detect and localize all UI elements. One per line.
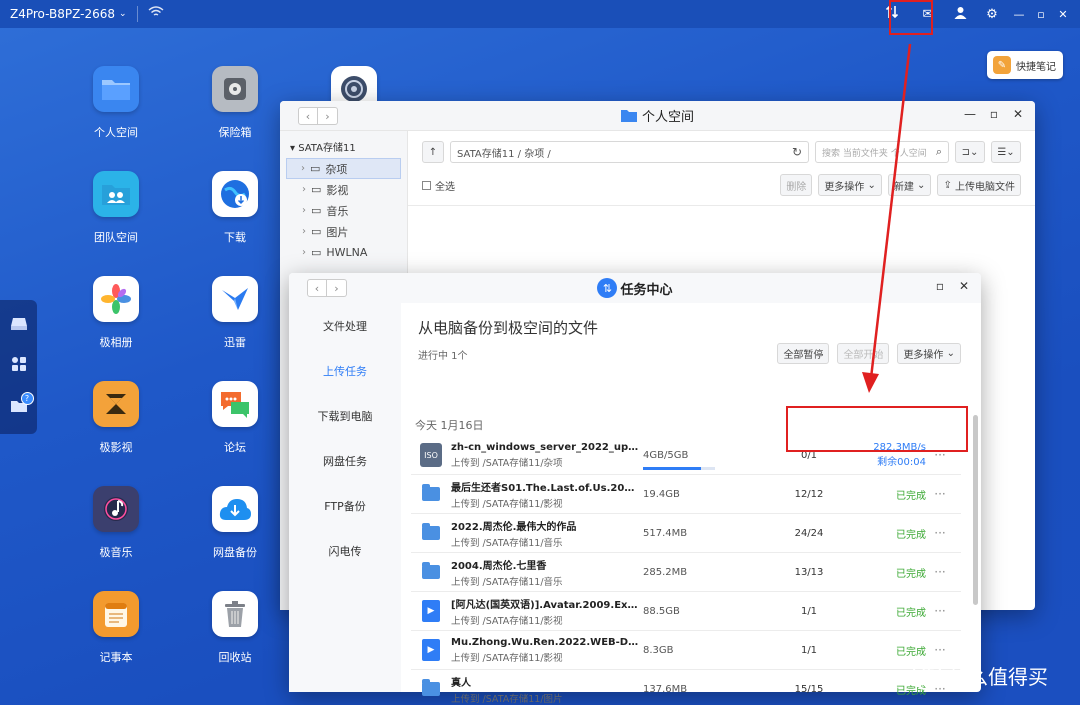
annotation-arrow bbox=[862, 43, 912, 393]
watermark-text: 什么值得买 bbox=[948, 664, 1048, 689]
watermark: 值 什么值得买 bbox=[912, 660, 1048, 690]
watermark-logo: 值 bbox=[912, 660, 942, 690]
